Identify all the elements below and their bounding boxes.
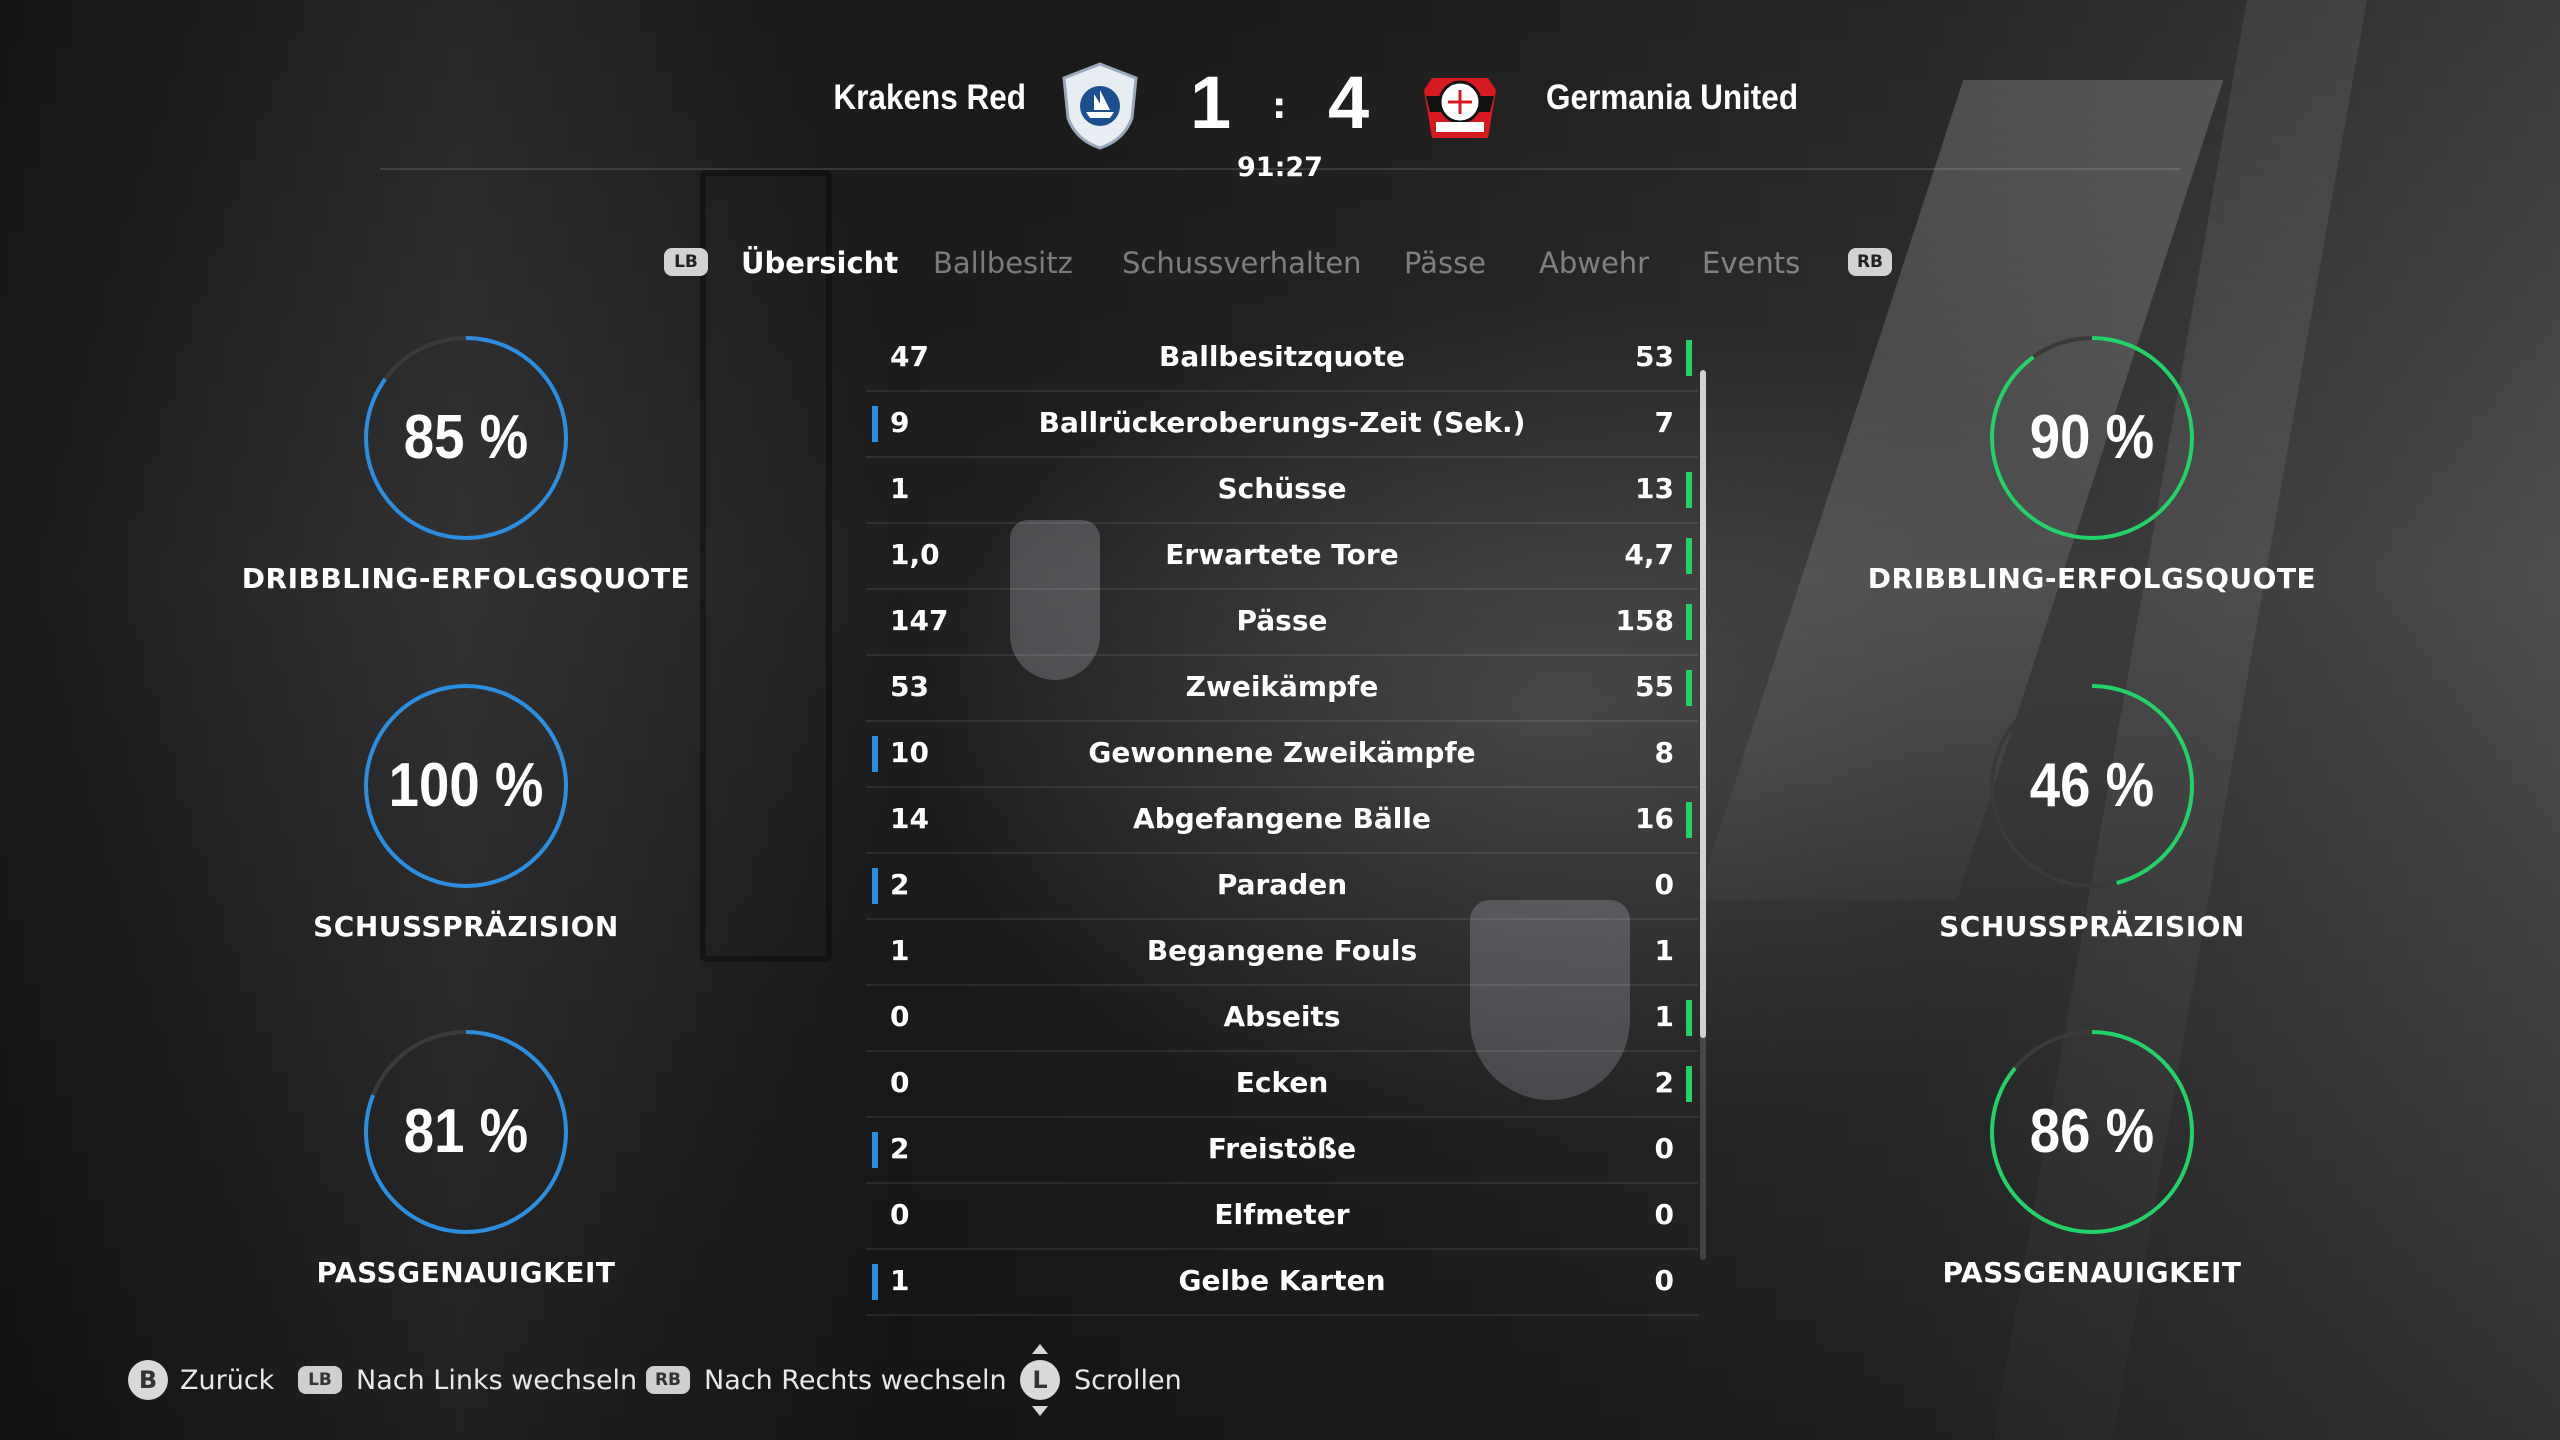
stat-row: 1 Schüsse 13 [866, 458, 1698, 524]
bayer-leverkusen-crest-icon [1424, 78, 1496, 138]
button-hints: B Zurück LB Nach Links wechseln RB Nach … [0, 1344, 1400, 1416]
stat-away-value: 1 [1654, 934, 1674, 967]
kraken-shield-crest-icon [1062, 62, 1138, 150]
home-score: 1 [1190, 61, 1232, 144]
stats-scrollbar-thumb[interactable] [1700, 370, 1706, 1038]
stat-away-value: 0 [1654, 1198, 1674, 1231]
stat-name: Gewonnene Zweikämpfe [1088, 736, 1476, 769]
stat-away-value: 13 [1635, 472, 1674, 505]
stat-row: 0 Elfmeter 0 [866, 1184, 1698, 1250]
stat-row: 1 Gelbe Karten 0 [866, 1250, 1698, 1316]
rb-button-icon[interactable]: RB [1848, 248, 1892, 276]
stat-name: Ballbesitzquote [1159, 340, 1405, 373]
stat-row: 1,0 Erwartete Tore 4,7 [866, 524, 1698, 590]
stat-away-value: 0 [1654, 868, 1674, 901]
arrow-down-icon [1032, 1406, 1048, 1416]
away-ring-label: PASSGENAUIGKEIT [1942, 1256, 2242, 1289]
away-ring-stat: 46 % SCHUSSPRÄZISION [1842, 680, 2342, 943]
stat-away-value: 8 [1654, 736, 1674, 769]
stat-away-value: 16 [1635, 802, 1674, 835]
home-ring-value: 100 % [388, 751, 544, 820]
l-stick-key: L [1020, 1360, 1060, 1400]
stat-row: 147 Pässe 158 [866, 590, 1698, 656]
b-button-icon: B [128, 1360, 168, 1400]
stat-name: Ecken [1235, 1066, 1329, 1099]
tab-events[interactable]: Events [1702, 246, 1800, 280]
stat-row: 0 Abseits 1 [866, 986, 1698, 1052]
scroll-hint[interactable]: L Scrollen [1020, 1344, 1182, 1416]
stat-row: 14 Abgefangene Bälle 16 [866, 788, 1698, 854]
away-ring-value: 46 % [2029, 751, 2155, 820]
tab-ballbesitz[interactable]: Ballbesitz [933, 246, 1073, 280]
switch-right-hint[interactable]: RB Nach Rechts wechseln [646, 1360, 1007, 1400]
stat-away-value: 55 [1635, 670, 1674, 703]
stat-name: Schüsse [1217, 472, 1347, 505]
stat-row: 53 Zweikämpfe 55 [866, 656, 1698, 722]
stat-away-value: 53 [1635, 340, 1674, 373]
away-ring-value: 90 % [2029, 403, 2155, 472]
stat-name: Begangene Fouls [1146, 934, 1418, 967]
back-label: Zurück [180, 1364, 275, 1396]
rb-button-icon: RB [646, 1366, 690, 1394]
home-ring-stat: 100 % SCHUSSPRÄZISION [216, 680, 716, 943]
switch-right-label: Nach Rechts wechseln [704, 1364, 1007, 1396]
score-separator: : [1272, 86, 1287, 127]
stat-row: 9 Ballrückeroberungs-Zeit (Sek.) 7 [866, 392, 1698, 458]
header-divider [380, 168, 2180, 170]
away-team-name: Germania United [1546, 78, 1799, 117]
home-ring-value: 85 % [403, 403, 529, 472]
scroll-label: Scrollen [1074, 1364, 1182, 1396]
stat-away-value: 1 [1654, 1000, 1674, 1033]
home-team-name: Krakens Red [833, 78, 1026, 117]
home-ring-label: DRIBBLING-ERFOLGSQUOTE [241, 562, 691, 595]
tab-schussverhalten[interactable]: Schussverhalten [1122, 246, 1362, 280]
switch-left-hint[interactable]: LB Nach Links wechseln [298, 1360, 637, 1400]
stat-name: Pässe [1236, 604, 1328, 637]
stat-away-value: 7 [1654, 406, 1674, 439]
stat-name: Abgefangene Bälle [1133, 802, 1431, 835]
tab-paesse[interactable]: Pässe [1404, 246, 1486, 280]
away-ring-stat: 90 % DRIBBLING-ERFOLGSQUOTE [1842, 332, 2342, 595]
home-ring-label: SCHUSSPRÄZISION [313, 910, 619, 943]
stat-away-value: 158 [1615, 604, 1674, 637]
home-ring-stat: 81 % PASSGENAUIGKEIT [216, 1026, 716, 1289]
tab-abwehr[interactable]: Abwehr [1539, 246, 1649, 280]
home-ring-label: PASSGENAUIGKEIT [316, 1256, 616, 1289]
stat-row: 0 Ecken 2 [866, 1052, 1698, 1118]
stat-name: Abseits [1223, 1000, 1341, 1033]
away-ring-label: SCHUSSPRÄZISION [1939, 910, 2245, 943]
away-ring-value: 86 % [2029, 1097, 2155, 1166]
home-ring-value: 81 % [403, 1097, 529, 1166]
stat-name: Ballrückeroberungs-Zeit (Sek.) [1038, 406, 1526, 439]
switch-left-label: Nach Links wechseln [356, 1364, 638, 1396]
stat-away-value: 2 [1654, 1066, 1674, 1099]
stat-away-value: 0 [1654, 1264, 1674, 1297]
stat-name: Freistöße [1207, 1132, 1357, 1165]
stat-row: 2 Paraden 0 [866, 854, 1698, 920]
stat-row: 1 Begangene Fouls 1 [866, 920, 1698, 986]
stat-row: 47 Ballbesitzquote 53 [866, 326, 1698, 392]
tab-uebersicht[interactable]: Übersicht [741, 246, 898, 280]
arrow-up-icon [1032, 1344, 1048, 1354]
stat-name: Erwartete Tore [1165, 538, 1399, 571]
home-ring-stat: 85 % DRIBBLING-ERFOLGSQUOTE [216, 332, 716, 595]
stat-name: Elfmeter [1214, 1198, 1350, 1231]
back-hint[interactable]: B Zurück [128, 1360, 274, 1400]
away-ring-label: DRIBBLING-ERFOLGSQUOTE [1867, 562, 2317, 595]
away-score: 4 [1328, 61, 1370, 144]
lb-button-icon: LB [298, 1366, 342, 1394]
lb-button-icon[interactable]: LB [664, 248, 708, 276]
left-stick-icon: L [1020, 1344, 1060, 1416]
stats-table[interactable]: 47 Ballbesitzquote 53 9 Ballrückeroberungs-Z… [866, 326, 1698, 1316]
away-ring-stat: 86 % PASSGENAUIGKEIT [1842, 1026, 2342, 1289]
stat-name: Zweikämpfe [1185, 670, 1379, 703]
stat-name: Gelbe Karten [1178, 1264, 1386, 1297]
stat-away-value: 0 [1654, 1132, 1674, 1165]
stat-row: 10 Gewonnene Zweikämpfe 8 [866, 722, 1698, 788]
stat-row: 2 Freistöße 0 [866, 1118, 1698, 1184]
stat-name: Paraden [1216, 868, 1348, 901]
stat-away-value: 4,7 [1624, 538, 1674, 571]
tab-bar: LB Übersicht Ballbesitz Schussverhalten … [0, 246, 2560, 286]
